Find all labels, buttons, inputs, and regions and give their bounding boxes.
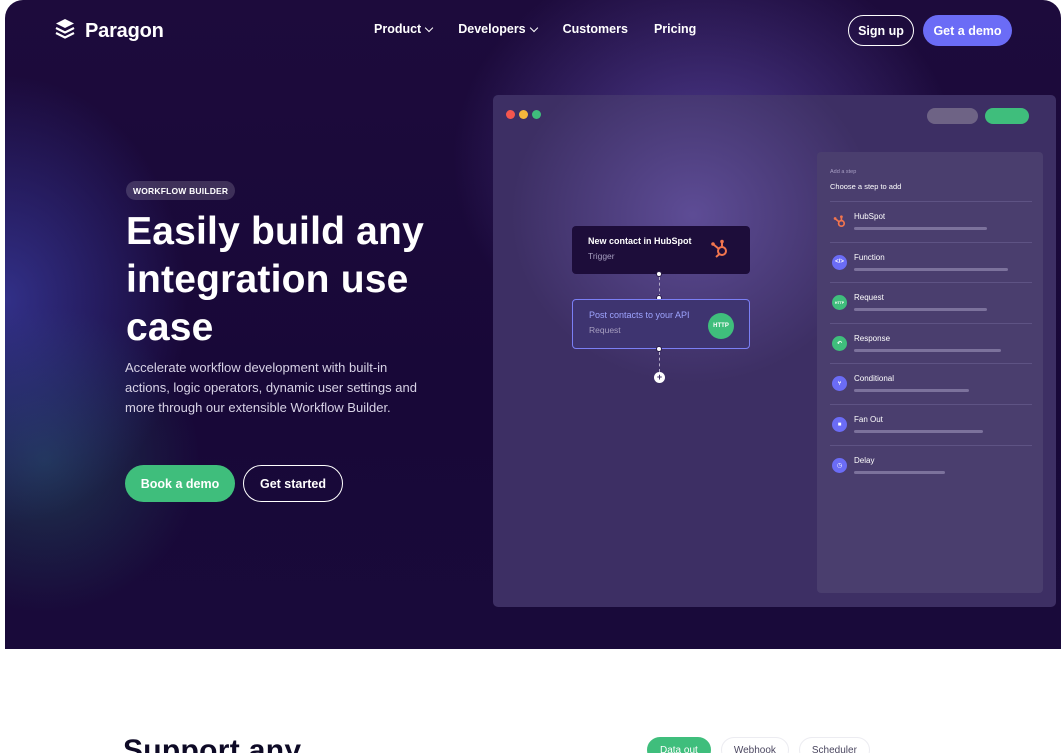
section-badge: WORKFLOW BUILDER — [126, 181, 236, 200]
code-icon: </> — [832, 254, 847, 270]
step-description-placeholder — [854, 308, 987, 312]
hubspot-icon — [710, 239, 730, 264]
trigger-node-title: New contact in HubSpot — [588, 236, 692, 246]
minimize-dot — [519, 110, 528, 119]
step-label: Fan Out — [854, 415, 883, 424]
toolbar-deploy-button — [985, 108, 1029, 124]
http-icon: HTTP — [708, 313, 734, 339]
panel-caption: Add a step — [830, 169, 857, 175]
close-dot — [506, 110, 515, 119]
trigger-node-subtitle: Trigger — [588, 251, 615, 261]
step-description-placeholder — [854, 227, 987, 230]
hero-headline: Easily build any integration use case — [126, 210, 424, 349]
step-label: Function — [854, 252, 885, 262]
step-item-delay[interactable]: ◷ Delay — [830, 444, 1032, 485]
nav-item-customers[interactable]: Customers — [563, 22, 628, 36]
nav-label: Product — [374, 22, 422, 36]
nav-item-pricing[interactable]: Pricing — [654, 22, 696, 36]
nav-label: Pricing — [653, 22, 697, 36]
chevron-down-icon — [424, 23, 434, 32]
connector-line — [659, 352, 660, 372]
brand-name: Paragon — [85, 20, 164, 42]
step-item-request[interactable]: HTTP Request — [830, 282, 1032, 322]
chevron-down-icon — [529, 23, 538, 32]
nav-label: Customers — [562, 22, 628, 36]
main-nav: Product Developers Customers Pricing — [374, 22, 722, 36]
step-label: Conditional — [854, 374, 895, 384]
use-case-tabs: Data out Webhook Scheduler — [647, 737, 870, 753]
stack-layers-icon — [55, 18, 75, 45]
step-description-placeholder — [854, 430, 983, 433]
step-description-placeholder — [854, 267, 1008, 271]
step-item-function[interactable]: </> Function — [830, 241, 1032, 282]
step-description-placeholder — [854, 389, 969, 393]
nav-label: Developers — [458, 22, 526, 36]
maximize-dot — [532, 110, 541, 119]
request-node-title: Post contacts to your API — [589, 310, 690, 320]
section-title: Support any — [123, 734, 302, 753]
sign-up-button[interactable]: Sign up — [848, 15, 914, 46]
reply-icon: ↶ — [832, 335, 847, 351]
step-description-placeholder — [854, 470, 945, 474]
step-description-placeholder — [854, 348, 1001, 352]
http-icon: HTTP — [832, 295, 847, 311]
window-controls — [506, 110, 541, 119]
hero-subtext: Accelerate workflow development with bui… — [125, 360, 417, 415]
step-item-hubspot[interactable]: HubSpot — [830, 201, 1032, 241]
get-demo-button[interactable]: Get a demo — [923, 15, 1012, 46]
brand-logo[interactable]: Paragon — [55, 18, 164, 45]
add-step-plus-icon[interactable]: + — [654, 372, 665, 383]
panel-title: Choose a step to add — [830, 182, 902, 191]
get-started-button[interactable]: Get started — [243, 465, 343, 502]
hubspot-icon — [832, 214, 847, 229]
request-node-subtitle: Request — [589, 325, 621, 335]
branch-icon: ⑂ — [832, 376, 847, 392]
nav-item-developers[interactable]: Developers — [458, 22, 538, 36]
tab-scheduler[interactable]: Scheduler — [798, 737, 870, 753]
tab-webhook[interactable]: Webhook — [720, 737, 789, 753]
fan-out-icon: ■ — [832, 417, 847, 432]
nav-item-product[interactable]: Product — [374, 22, 434, 36]
step-label: Request — [854, 293, 884, 303]
step-item-conditional[interactable]: ⑂ Conditional — [830, 363, 1032, 403]
step-item-response[interactable]: ↶ Response — [830, 322, 1032, 363]
tab-data-out[interactable]: Data out — [647, 737, 711, 753]
hero-section: Paragon Product Developers Customers Pri… — [5, 0, 1061, 649]
add-step-panel: Add a step Choose a step to add HubSpot <… — [817, 152, 1043, 593]
step-item-fan-out[interactable]: ■ Fan Out — [830, 404, 1032, 444]
step-label: Delay — [854, 455, 875, 465]
workflow-builder-mockup: New contact in HubSpot Trigger Post cont… — [493, 95, 1056, 607]
clock-icon: ◷ — [832, 457, 847, 473]
request-node[interactable]: Post contacts to your API Request HTTP — [572, 299, 750, 349]
step-label: Response — [854, 333, 891, 343]
book-demo-button[interactable]: Book a demo — [125, 465, 235, 502]
toolbar-placeholder-button — [927, 108, 978, 124]
connector-line — [659, 277, 660, 297]
trigger-node[interactable]: New contact in HubSpot Trigger — [572, 226, 750, 274]
step-label: HubSpot — [854, 212, 886, 221]
